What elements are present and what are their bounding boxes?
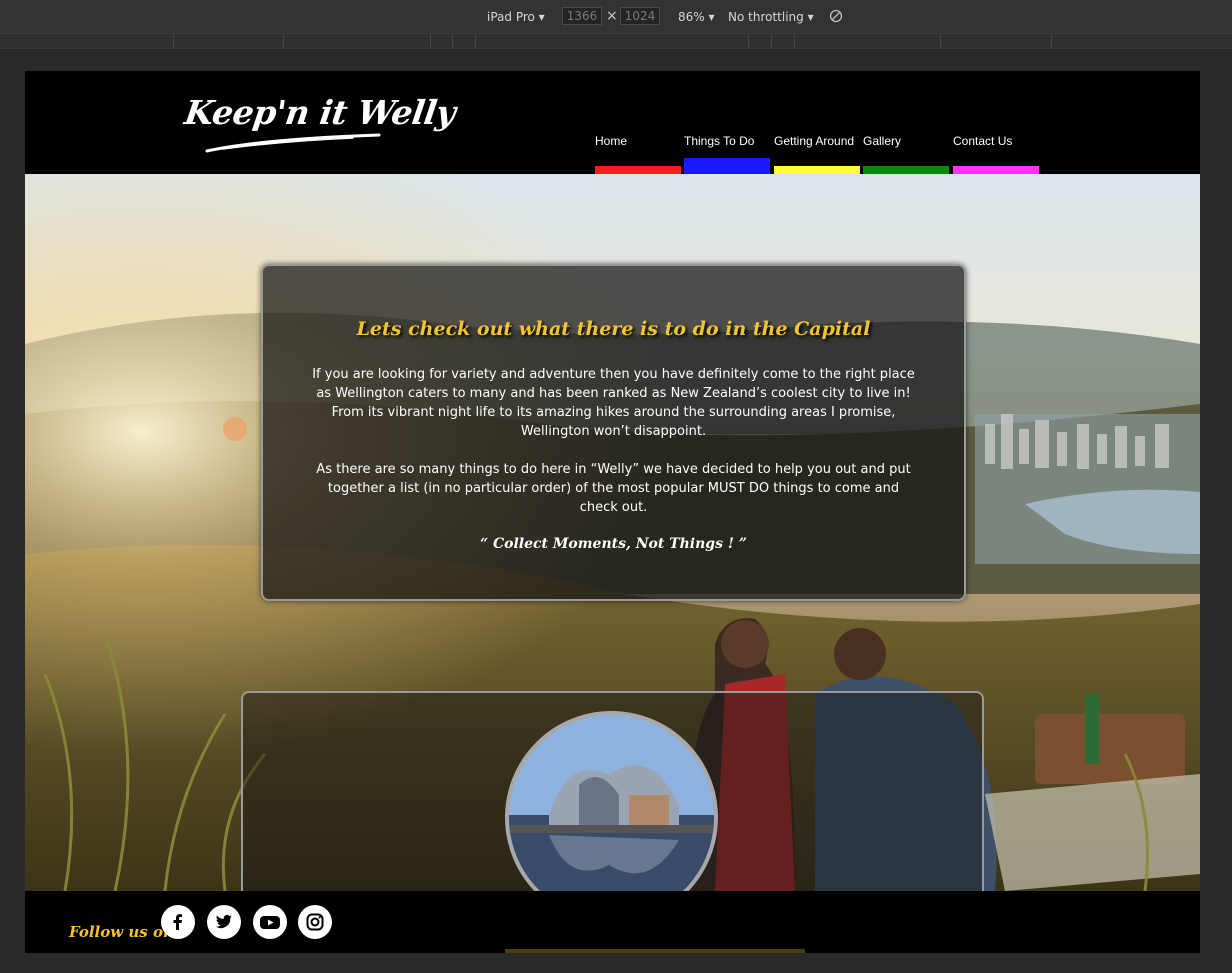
intro-paragraph-2: As there are so many things to do here i… xyxy=(316,462,911,515)
zoom-value: 86% xyxy=(678,10,705,24)
rotate-icon[interactable] xyxy=(829,9,843,23)
intro-quote: “ Collect Moments, Not Things ! ” xyxy=(480,536,747,552)
nav-label: Contact Us xyxy=(953,134,1013,148)
nav-color-bar xyxy=(595,166,681,174)
twitter-icon[interactable] xyxy=(207,905,241,939)
intro-paragraph-1: If you are looking for variety and adven… xyxy=(312,367,915,439)
dimension-separator: × xyxy=(606,8,618,24)
device-toolbar: iPad Pro ▾ × 86% ▾ No throttling ▾ xyxy=(0,0,1232,34)
throttling-select[interactable]: No throttling ▾ xyxy=(728,9,814,25)
height-input[interactable] xyxy=(620,7,660,25)
instagram-icon[interactable] xyxy=(298,905,332,939)
nav-color-bar xyxy=(953,166,1039,174)
zoom-select[interactable]: 86% ▾ xyxy=(678,9,715,25)
logo-swoosh xyxy=(205,133,381,153)
throttling-value: No throttling xyxy=(728,10,804,24)
nav-label: Getting Around xyxy=(774,134,855,148)
intro-heading: Lets check out what there is to do in th… xyxy=(356,318,871,340)
nav-label: Gallery xyxy=(863,134,902,148)
site-logo[interactable]: Keep'n it Welly xyxy=(182,93,457,132)
device-name: iPad Pro xyxy=(487,10,535,24)
museum-image xyxy=(509,715,714,891)
hero-background: Lets check out what there is to do in th… xyxy=(25,174,1200,891)
site-header: Keep'n it Welly Home Things To Do Gettin… xyxy=(25,71,1200,174)
facebook-icon[interactable] xyxy=(161,905,195,939)
width-input[interactable] xyxy=(562,7,602,25)
youtube-icon[interactable] xyxy=(253,905,287,939)
site-footer: Follow us on: xyxy=(25,891,1200,953)
nav-color-bar xyxy=(863,166,949,174)
intro-panel: Lets check out what there is to do in th… xyxy=(261,264,966,601)
nav-label: Home xyxy=(595,134,628,148)
footer-heading-peek xyxy=(505,949,805,953)
device-viewport: Keep'n it Welly Home Things To Do Gettin… xyxy=(25,71,1200,953)
attraction-photo[interactable] xyxy=(505,711,718,891)
nav-color-bar xyxy=(774,166,860,174)
nav-label: Things To Do xyxy=(684,134,755,148)
device-select[interactable]: iPad Pro ▾ xyxy=(487,9,545,25)
media-query-ruler xyxy=(0,34,1232,49)
nav-color-bar xyxy=(684,158,770,174)
